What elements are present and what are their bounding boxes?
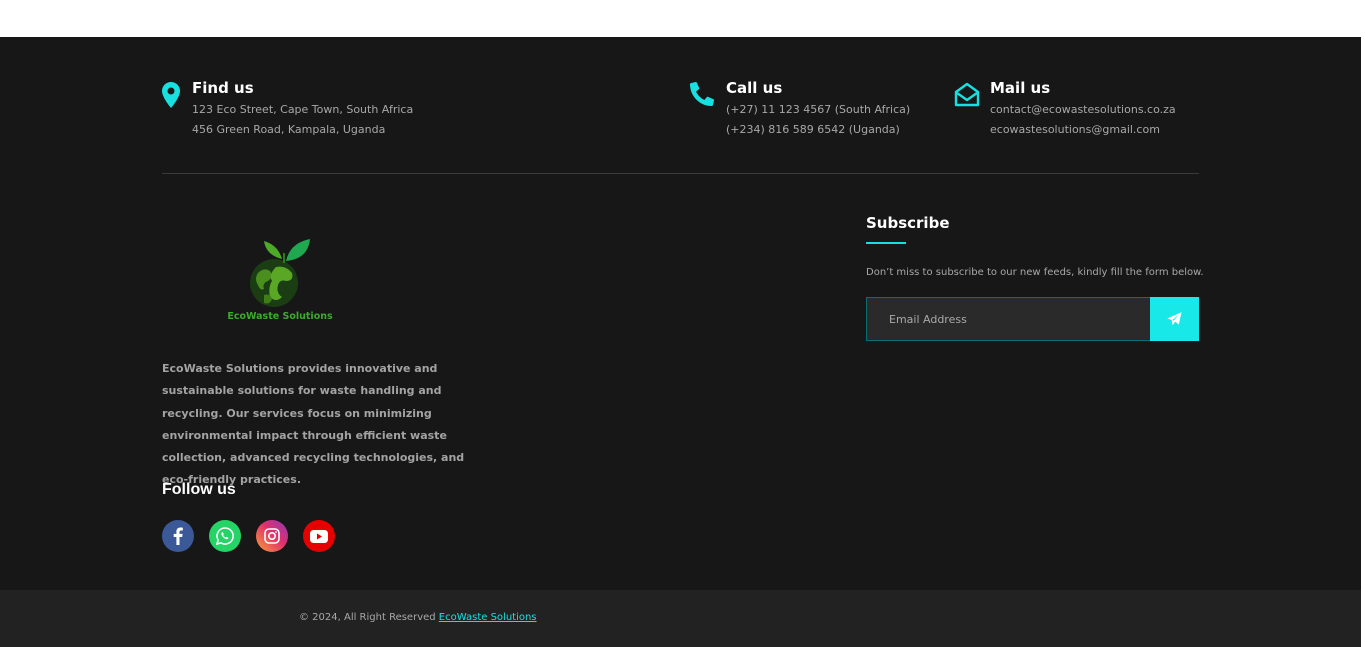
social-links bbox=[162, 520, 350, 552]
subscribe-title: Subscribe bbox=[866, 214, 950, 232]
find-us-title: Find us bbox=[192, 79, 254, 97]
find-us-address-1: 123 Eco Street, Cape Town, South Africa bbox=[192, 103, 414, 116]
mail-us-title: Mail us bbox=[990, 79, 1051, 97]
top-white-strip bbox=[0, 0, 1365, 37]
footer-divider bbox=[162, 173, 1199, 174]
email-address-input[interactable] bbox=[866, 297, 1151, 341]
company-logo[interactable]: EcoWaste Solutions bbox=[224, 237, 336, 323]
find-us-address-2: 456 Green Road, Kampala, Uganda bbox=[192, 123, 386, 136]
phone-icon bbox=[690, 81, 726, 140]
copyright-prefix: © 2024, All Right Reserved bbox=[299, 612, 439, 623]
site-footer: Find us 123 Eco Street, Cape Town, South… bbox=[0, 37, 1361, 590]
follow-us-title: Follow us bbox=[162, 481, 236, 498]
call-us-title: Call us bbox=[726, 79, 783, 97]
scrollbar-gutter bbox=[1361, 37, 1365, 647]
mail-us-block: Mail us contact@ecowastesolutions.co.za … bbox=[954, 79, 1176, 140]
call-us-block: Call us (+27) 11 123 4567 (South Africa)… bbox=[690, 79, 910, 140]
call-us-phone-2[interactable]: (+234) 816 589 6542 (Uganda) bbox=[726, 120, 910, 140]
call-us-phone-1[interactable]: (+27) 11 123 4567 (South Africa) bbox=[726, 100, 910, 120]
subscribe-description: Don’t miss to subscribe to our new feeds… bbox=[866, 267, 1204, 278]
subscribe-underline bbox=[866, 242, 906, 244]
whatsapp-icon[interactable] bbox=[209, 520, 241, 552]
mail-us-email-1[interactable]: contact@ecowastesolutions.co.za bbox=[990, 100, 1176, 120]
mail-us-email-2[interactable]: ecowastesolutions@gmail.com bbox=[990, 120, 1176, 140]
facebook-icon[interactable] bbox=[162, 520, 194, 552]
envelope-open-icon bbox=[954, 82, 990, 140]
copyright-link[interactable]: EcoWaste Solutions bbox=[439, 612, 537, 623]
map-marker-icon bbox=[162, 82, 192, 140]
youtube-icon[interactable] bbox=[303, 520, 335, 552]
find-us-block: Find us 123 Eco Street, Cape Town, South… bbox=[162, 79, 413, 140]
subscribe-send-button[interactable] bbox=[1150, 297, 1199, 341]
copyright-bar: © 2024, All Right Reserved EcoWaste Solu… bbox=[0, 590, 1361, 647]
paper-plane-icon bbox=[1167, 312, 1182, 326]
copyright-text: © 2024, All Right Reserved EcoWaste Solu… bbox=[299, 612, 537, 623]
logo-text: EcoWaste Solutions bbox=[227, 311, 333, 322]
instagram-icon[interactable] bbox=[256, 520, 288, 552]
about-text: EcoWaste Solutions provides innovative a… bbox=[162, 362, 465, 487]
